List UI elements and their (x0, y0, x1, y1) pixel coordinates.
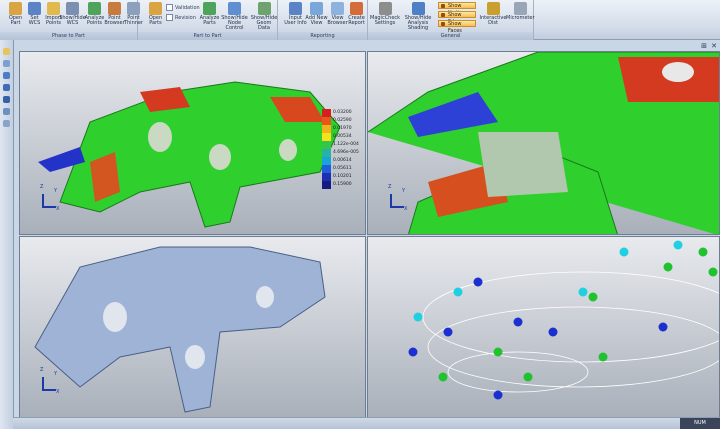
part-shaded-model (34, 246, 326, 413)
validation-checkbox[interactable]: Validation (166, 4, 200, 11)
show-edges-toggle[interactable]: Show Edges (438, 11, 476, 25)
user-info-icon (289, 2, 302, 15)
iso-view-icon[interactable] (3, 120, 10, 127)
checkbox-box (166, 14, 173, 21)
add-view-icon (310, 2, 323, 15)
folder-stack-icon (149, 2, 162, 15)
ruler-icon (486, 2, 500, 15)
show-faces-toggle[interactable]: Show Faces (438, 20, 476, 34)
zoom-icon[interactable] (3, 84, 10, 91)
ribbon-toolbar: Phase to Part Part to Part Reporting Gen… (0, 0, 720, 40)
axis-triad: Z Y X (40, 367, 60, 395)
vertices-icon (441, 4, 445, 8)
part-zoomed-model (368, 52, 719, 234)
rotate-icon[interactable] (3, 60, 10, 67)
status-bar: NUM (13, 417, 720, 429)
select-icon[interactable] (3, 48, 10, 55)
analyze-points-icon (88, 2, 101, 15)
pan-icon[interactable] (3, 72, 10, 79)
point-thinner-icon (127, 2, 140, 15)
close-icon[interactable]: ✕ (710, 43, 718, 50)
viewport-deviation-map[interactable]: Z Y X (19, 51, 366, 235)
node-control-icon (228, 2, 241, 15)
part-deviation-model (38, 81, 341, 228)
viewport-shaded-model[interactable]: Z Y X (19, 236, 366, 418)
group-title: Part to Part (138, 32, 277, 40)
view-orientation-icon[interactable] (3, 108, 10, 115)
create-report-button[interactable]: Create Report (343, 2, 370, 31)
micrometer-button[interactable]: Micrometer (506, 2, 535, 31)
shading-icon (411, 2, 425, 15)
axis-triad: Z Y X (40, 184, 60, 212)
viewport-zoomed-deviation[interactable]: Z Y X (367, 51, 720, 235)
report-icon (350, 2, 363, 15)
show-hide-analysis-shading-button[interactable]: Show/Hide Analysis Shading (401, 2, 435, 31)
fit-view-icon[interactable] (3, 96, 10, 103)
geometry-data-icon (257, 2, 271, 15)
interactive-dist-button[interactable]: Interactive Dist (479, 2, 507, 31)
open-parts-button[interactable]: Open Parts (142, 2, 169, 31)
analyze-parts-icon (203, 2, 216, 15)
point-cloud-wireframe (408, 240, 719, 400)
edges-icon (441, 13, 445, 17)
axis-triad: Z Y X (388, 184, 408, 212)
show-vertices-toggle[interactable]: Show Vertices (438, 2, 476, 16)
axes-toggle-icon (66, 2, 79, 15)
faces-icon (441, 22, 445, 26)
checkbox-box (166, 4, 173, 11)
viewport-point-cloud[interactable] (367, 236, 720, 418)
show-hide-node-control-button[interactable]: Show/Hide Node Control (219, 2, 250, 31)
magiccheck-settings-button[interactable]: MagicCheck Settings (370, 2, 400, 31)
pin-icon[interactable]: ⊞ (700, 43, 708, 50)
num-lock-indicator: NUM (680, 418, 720, 429)
micrometer-icon (513, 2, 527, 15)
settings-icon (378, 2, 392, 15)
show-hide-geom-data-button[interactable]: Show/Hide Geom Data (250, 2, 278, 31)
revision-checkbox[interactable]: Revision (166, 14, 196, 21)
display-toggles: Show Vertices Show Edges Show Faces (436, 0, 478, 34)
view-toolbar (0, 40, 14, 429)
group-title: Reporting (278, 32, 367, 40)
group-title: Phase to Part (0, 32, 137, 40)
